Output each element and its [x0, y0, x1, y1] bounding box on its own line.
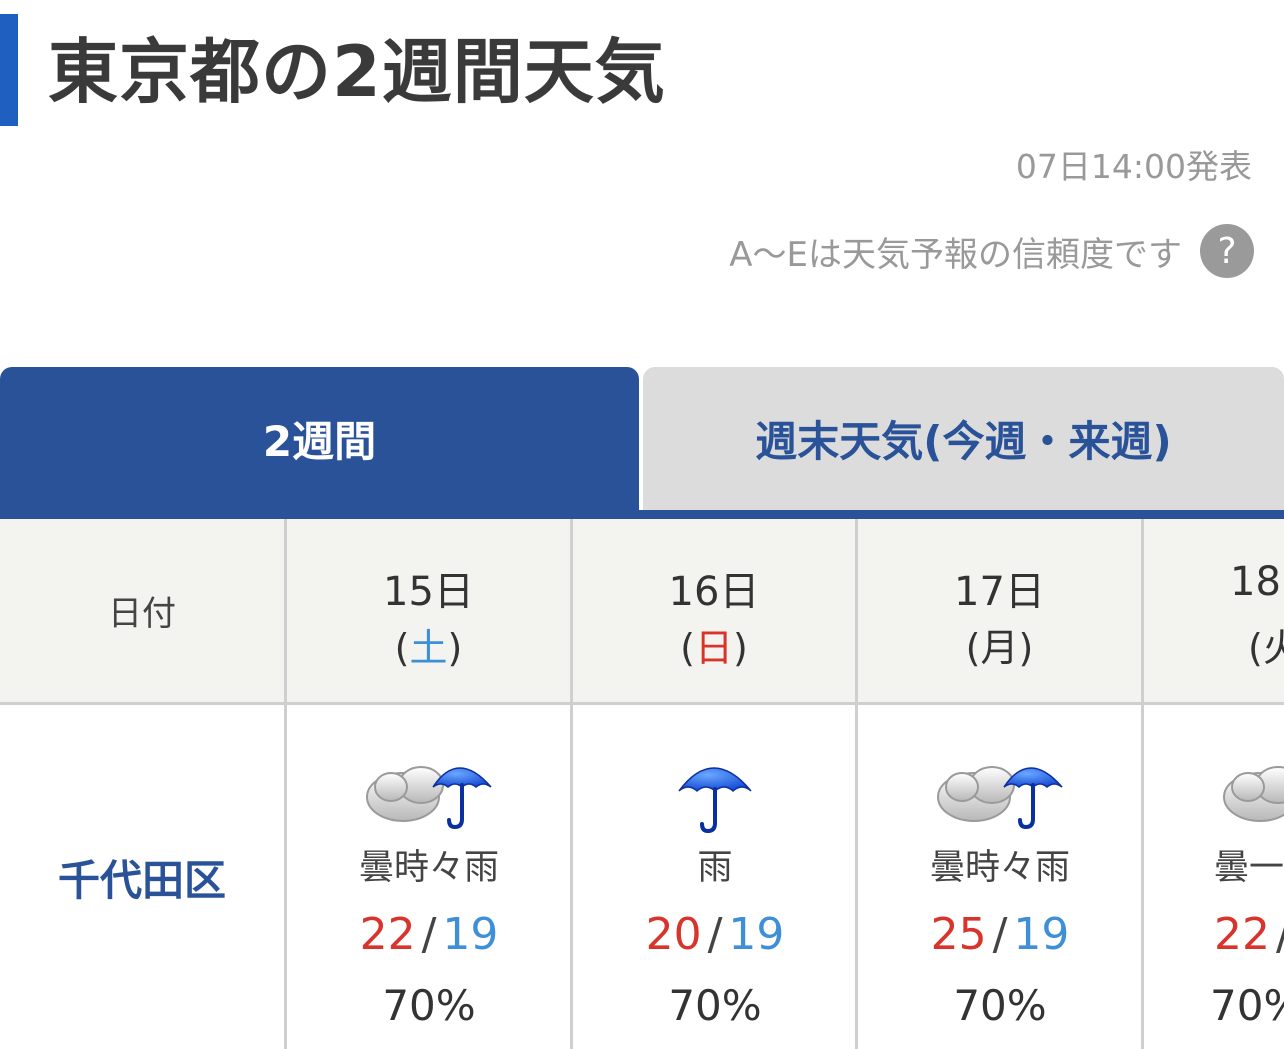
- temperature: 20/19: [645, 909, 785, 960]
- day-column[interactable]: 18 (火 曇一 22/ 70%: [1144, 519, 1284, 1049]
- forecast-table: 日付 千代田区 15日 (土) 曇時々雨 22/19 70% 16日 (日) 雨…: [0, 519, 1284, 1049]
- tab-weekend-weather[interactable]: 週末天気(今週・来週): [643, 367, 1284, 510]
- weather-description: 曇時々雨: [929, 848, 1070, 888]
- cloud-icon: [1220, 747, 1284, 837]
- umbrella-icon: [675, 747, 755, 837]
- published-time: 07日14:00発表: [1015, 147, 1252, 186]
- day-of-week: (土): [394, 626, 463, 670]
- cloud-umbrella-icon: [363, 747, 498, 837]
- help-icon[interactable]: ?: [1200, 224, 1254, 278]
- precipitation: 70%: [1210, 981, 1284, 1030]
- temperature: 25/19: [930, 909, 1070, 960]
- tab-2-weeks[interactable]: 2週間: [0, 367, 639, 510]
- day-of-week: (火: [1248, 626, 1284, 670]
- date-cell: 16日 (日): [573, 519, 855, 702]
- high-temp: 20: [645, 909, 702, 960]
- date-header: 日付: [108, 594, 176, 634]
- weather-description: 曇時々雨: [358, 848, 499, 888]
- day-column[interactable]: 17日 (月) 曇時々雨 25/19 70%: [858, 519, 1142, 1049]
- day-number: 16日: [668, 569, 760, 615]
- weather-description: 曇一: [1214, 848, 1284, 888]
- temperature: 22/: [1144, 909, 1284, 960]
- weather-description: 雨: [697, 848, 733, 888]
- low-temp: 19: [728, 909, 785, 960]
- reliability-text: A〜Eは天気予報の信頼度です: [729, 234, 1182, 275]
- area-name[interactable]: 千代田区: [0, 705, 284, 1049]
- date-cell: 15日 (土): [287, 519, 570, 702]
- cloud-umbrella-icon: [934, 747, 1069, 837]
- high-temp: 22: [359, 909, 416, 960]
- tab-underline: [0, 510, 1284, 519]
- day-number: 18: [1230, 559, 1281, 605]
- day-of-week: (月): [965, 626, 1034, 670]
- precipitation: 70%: [382, 981, 476, 1030]
- high-temp: 25: [930, 909, 987, 960]
- day-column[interactable]: 16日 (日) 雨 20/19 70%: [573, 519, 857, 1049]
- page-title: 東京都の2週間天気: [48, 31, 666, 113]
- high-temp: 22: [1214, 909, 1270, 960]
- temperature: 22/19: [359, 909, 499, 960]
- date-cell: 17日 (月): [858, 519, 1141, 702]
- day-number: 15日: [383, 569, 474, 615]
- title-accent-bar: [0, 14, 18, 126]
- tab-bar: 2週間 週末天気(今週・来週): [0, 367, 1284, 510]
- day-column[interactable]: 15日 (土) 曇時々雨 22/19 70%: [287, 519, 571, 1049]
- day-number: 17日: [954, 569, 1045, 615]
- precipitation: 70%: [668, 981, 762, 1030]
- precipitation: 70%: [953, 981, 1047, 1030]
- date-cell: 18 (火: [1144, 519, 1284, 702]
- reliability-note: A〜Eは天気予報の信頼度です ?: [729, 224, 1254, 278]
- day-of-week: (日): [680, 626, 748, 670]
- low-temp: 19: [442, 909, 499, 960]
- low-temp: 19: [1013, 909, 1070, 960]
